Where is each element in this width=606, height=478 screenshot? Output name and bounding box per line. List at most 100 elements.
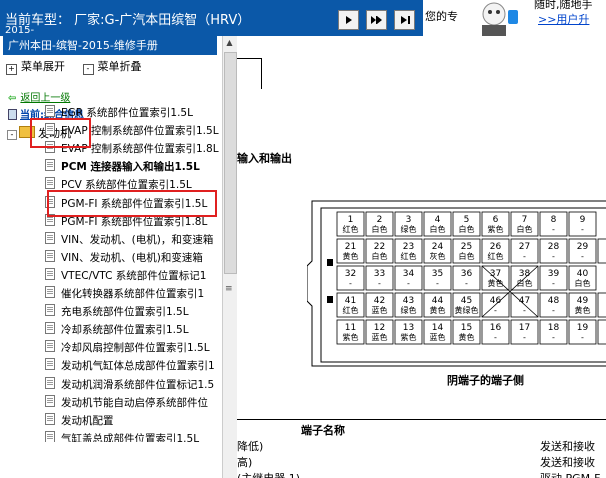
pin-number: 27	[519, 242, 530, 252]
page-icon	[45, 322, 55, 335]
connector-key-top	[327, 259, 333, 266]
page-icon	[45, 177, 55, 190]
connector-caption: 阴端子的端子侧	[447, 374, 524, 387]
pin-number: 13	[403, 323, 414, 333]
user-upgrade-link[interactable]: >>用户升	[538, 11, 589, 27]
tree-item[interactable]: 发动机配置	[45, 412, 114, 430]
collapse-node-icon[interactable]: -	[7, 130, 17, 140]
pin-number: 37	[490, 269, 501, 279]
page-icon	[45, 340, 55, 353]
splitter-grip-icon[interactable]: ≡	[225, 284, 233, 294]
pin-wire-color: 白色	[372, 224, 388, 234]
pin-wire-color: 黄色	[430, 305, 446, 315]
tree-item[interactable]: 充电系统部件位置索引1.5L	[45, 303, 189, 321]
pin-wire-color: -	[552, 279, 555, 288]
pin-wire-color: 白色	[459, 251, 475, 261]
tree-item[interactable]: 气缸盖总成部件位置索引1.5L	[45, 430, 199, 442]
pin-wire-color: 黄色	[459, 332, 475, 342]
top-header-bar: 当前车型： 厂家:G-广汽本田缤智（HRV） 2015- 您的专 随时,随地手 …	[0, 0, 606, 36]
pin-wire-color: 白色	[372, 251, 388, 261]
pin-number: 17	[519, 323, 530, 333]
pin-wire-color: 灰色	[430, 251, 446, 261]
page-icon	[45, 430, 55, 442]
pin-number: 3	[406, 215, 412, 225]
pin-wire-color: -	[523, 333, 526, 342]
tree-item[interactable]: 催化转换器系统部件位置索引1	[45, 285, 204, 303]
pin-wire-color: 蓝色	[430, 332, 446, 342]
current-model-label: 当前车型： 厂家:G-广汽本田缤智（HRV）	[5, 13, 251, 28]
pin-number: 39	[548, 269, 560, 279]
last-page-button[interactable]	[394, 10, 415, 30]
pin-number: 19	[577, 323, 589, 333]
tree-item[interactable]: 冷却系统部件位置索引1.5L	[45, 321, 189, 339]
tree-item[interactable]: 发动机节能自动启停系统部件位	[45, 394, 208, 412]
scroll-up-arrow-icon[interactable]: ▲	[224, 37, 235, 49]
tree-item-label: 气缸盖总成部件位置索引1.5L	[61, 432, 200, 442]
tree-item-label: 发动机配置	[61, 414, 114, 427]
collapse-icon: -	[82, 64, 94, 75]
pin-number: 40	[577, 269, 589, 279]
pin-wire-color: 黄色	[575, 305, 591, 315]
page-icon	[45, 304, 55, 317]
next-button[interactable]	[338, 10, 359, 30]
pin-number: 26	[490, 242, 502, 252]
tree-item[interactable]: VIN、发动机、(电机)，和变速箱	[45, 231, 213, 249]
pin-wire-color: 黄色	[343, 251, 359, 261]
pin-number: 8	[551, 215, 557, 225]
table-row-1-left: 降低)	[237, 440, 264, 453]
pin-number: 44	[432, 296, 444, 306]
pin-number: 45	[461, 296, 472, 306]
pin-number: 14	[432, 323, 444, 333]
pin-number: 32	[345, 269, 356, 279]
pin-wire-color: -	[436, 279, 439, 288]
highlight-selected-item	[47, 190, 217, 217]
pin-wire-color: -	[349, 279, 352, 288]
back-up-link[interactable]: ⇦ 返回上一级	[8, 89, 70, 104]
pin-wire-color: 黄绿色	[455, 305, 479, 315]
table-divider	[237, 419, 606, 420]
tree-item-label: 冷却风扇控制部件位置索引1.5L	[61, 342, 210, 355]
table-row-3-right: 驱动 PGM-F	[540, 470, 600, 478]
collapse-all-button[interactable]: - 菜单折叠	[82, 58, 142, 75]
tree-item-label: VIN、发动机、(电机)和变速箱	[61, 251, 203, 264]
pin-number: 9	[580, 215, 586, 225]
pin-wire-color: 绿色	[401, 305, 417, 315]
pin-number: 22	[374, 242, 385, 252]
pin-wire-color: -	[552, 333, 555, 342]
pin-wire-color: -	[494, 306, 497, 315]
ad-text: 您的专	[425, 10, 458, 23]
pin-number: 36	[461, 269, 473, 279]
pin-number: 41	[345, 296, 356, 306]
tree-item[interactable]: 冷却风扇控制部件位置索引1.5L	[45, 339, 210, 357]
tree-item[interactable]: VTEC/VTC 系统部件位置标记1	[45, 267, 206, 285]
scrollbar-thumb[interactable]	[224, 52, 237, 274]
expand-all-label: 菜单展开	[21, 60, 65, 73]
tree-item[interactable]: 发动机气缸体总成部件位置索引1	[45, 357, 215, 375]
page-icon	[45, 412, 55, 425]
pin-number: 6	[493, 215, 499, 225]
pcm-connector-diagram: 1红色2白色3绿色4白色5白色6紫色7白色8-9-21黄色22白色23红色24灰…	[307, 200, 606, 367]
pin-wire-color: 白色	[517, 224, 533, 234]
expand-all-button[interactable]: + 菜单展开	[6, 58, 65, 75]
pin-wire-color: 蓝色	[372, 332, 388, 342]
menu-toolbar: + 菜单展开 - 菜单折叠	[6, 58, 142, 75]
pin-wire-color: -	[523, 306, 526, 315]
page-icon	[45, 159, 55, 172]
fast-forward-button[interactable]	[366, 10, 387, 30]
fast-forward-icon	[370, 16, 382, 24]
pin-wire-color: 绿色	[401, 224, 417, 234]
manual-title: 广州本田-缤智-2015-维修手册	[3, 36, 217, 55]
pin-wire-color: 红色	[401, 251, 417, 261]
tree-children-list: EGR 系统部件位置索引1.5L EVAP 控制系统部件位置索引1.5L EVAP …	[45, 104, 221, 442]
pin-number: 23	[403, 242, 414, 252]
left-panel-scrollbar[interactable]: ▲ ≡	[222, 36, 237, 478]
tree-item-label: PGM-FI 系统部件位置索引1.8L	[61, 215, 208, 228]
tree-item[interactable]: 发动机润滑系统部件位置标记1.5	[45, 376, 214, 394]
pin-wire-color: -	[523, 252, 526, 261]
page-icon	[45, 394, 55, 407]
page-icon	[45, 267, 55, 280]
tree-item-label: 发动机气缸体总成部件位置索引1	[61, 360, 215, 373]
pin-number: 34	[403, 269, 415, 279]
tree-item[interactable]: PCM 连接器输入和输出1.5L	[45, 158, 200, 176]
tree-item[interactable]: VIN、发动机、(电机)和变速箱	[45, 249, 203, 267]
